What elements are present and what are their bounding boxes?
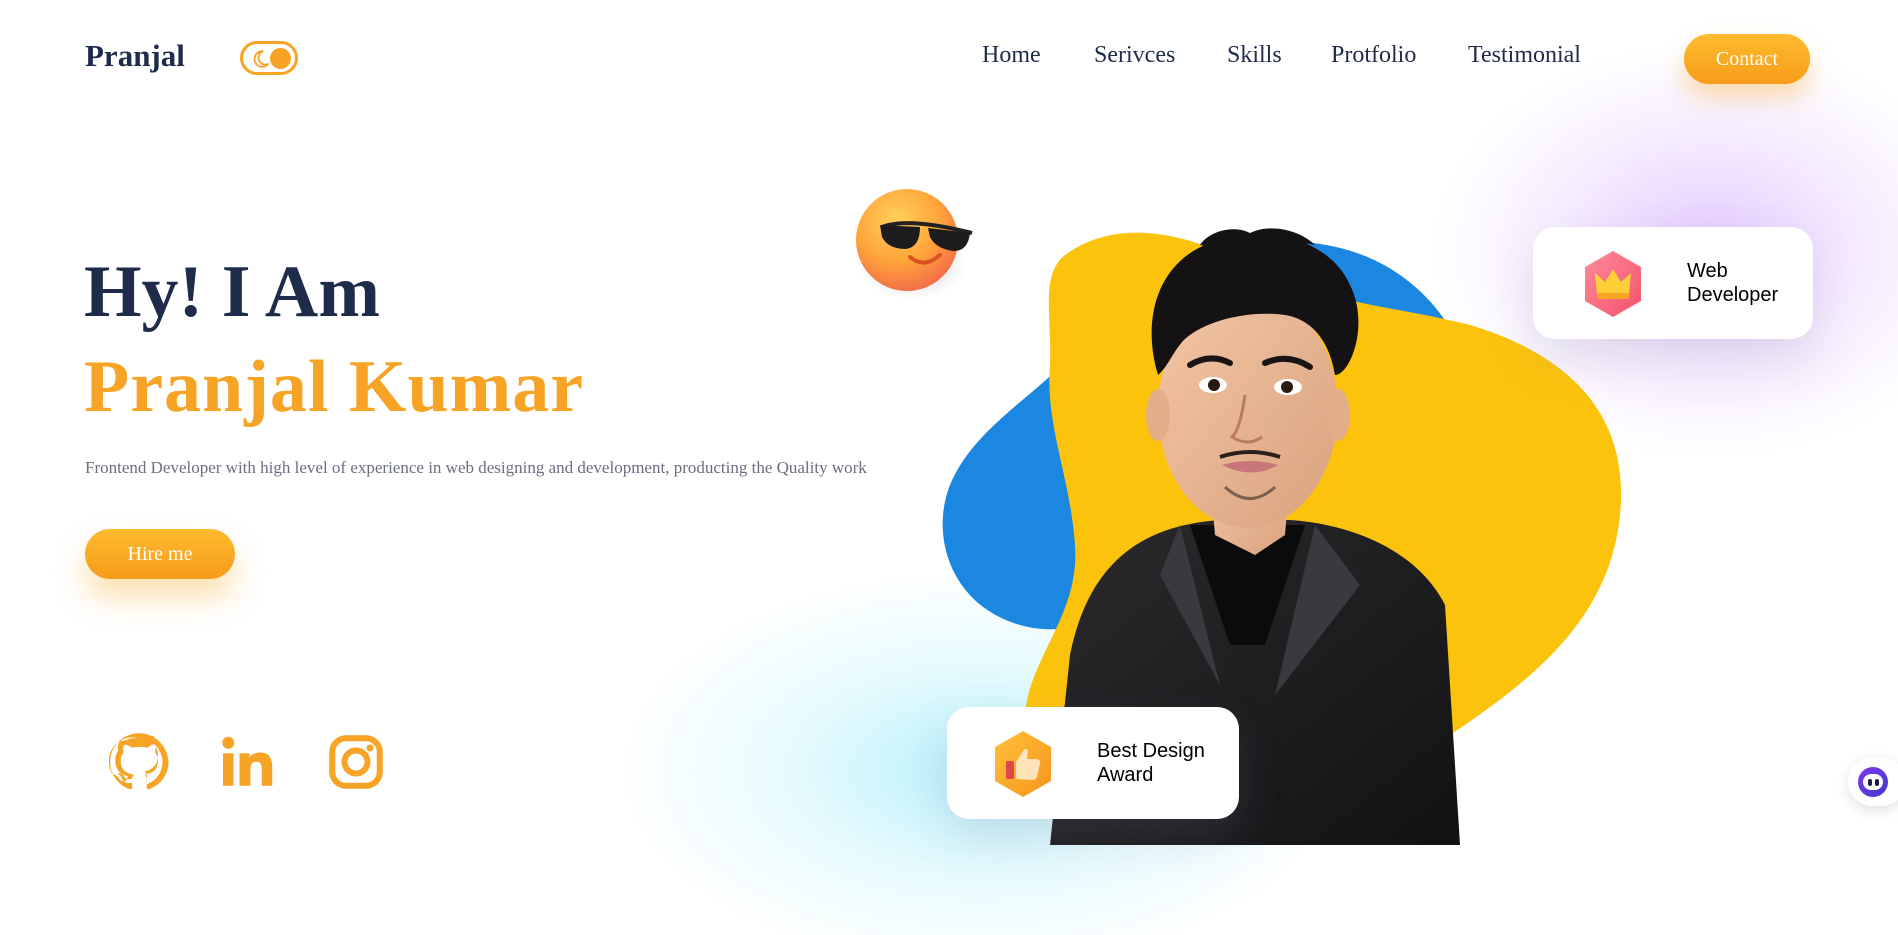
linkedin-icon (222, 736, 273, 786)
theme-toggle[interactable] (240, 41, 298, 75)
brand-logo[interactable]: Pranjal (85, 38, 185, 74)
nav-services[interactable]: Serivces (1094, 42, 1175, 69)
web-developer-label-line2: Developer (1687, 284, 1779, 306)
page: Pranjal Home Serivces Skills Protfolio T… (0, 0, 1898, 935)
thumbs-up-icon (995, 731, 1051, 797)
nav-home[interactable]: Home (982, 42, 1041, 69)
best-design-award-label-line2: Award (1097, 764, 1154, 786)
web-developer-label-line1: Web (1687, 260, 1728, 282)
linkedin-link[interactable] (218, 730, 278, 794)
assistant-face-icon (1858, 767, 1888, 797)
best-design-award-label-line1: Best Design (1097, 740, 1205, 762)
hero-name: Pranjal Kumar (84, 346, 585, 428)
nav-skills[interactable]: Skills (1227, 42, 1282, 69)
best-design-award-label: Best Design Award (1097, 739, 1205, 787)
hero-greeting: Hy! I Am (84, 251, 380, 333)
hero-description: Frontend Developer with high level of ex… (85, 458, 867, 477)
github-icon (108, 733, 169, 790)
web-developer-label: Web Developer (1687, 259, 1778, 307)
instagram-link[interactable] (326, 730, 386, 794)
best-design-award-card: Best Design Award (947, 707, 1239, 819)
web-developer-card: Web Developer (1533, 227, 1813, 339)
nav-portfolio[interactable]: Protfolio (1331, 42, 1416, 69)
nav-testimonial[interactable]: Testimonial (1468, 42, 1581, 69)
github-link[interactable] (108, 730, 169, 794)
assistant-widget-button[interactable] (1848, 758, 1898, 806)
contact-button[interactable]: Contact (1684, 34, 1810, 84)
crown-icon (1585, 251, 1641, 317)
toggle-knob (270, 48, 291, 69)
moon-icon (253, 50, 270, 68)
instagram-icon (329, 735, 383, 789)
hire-me-button[interactable]: Hire me (85, 529, 235, 579)
